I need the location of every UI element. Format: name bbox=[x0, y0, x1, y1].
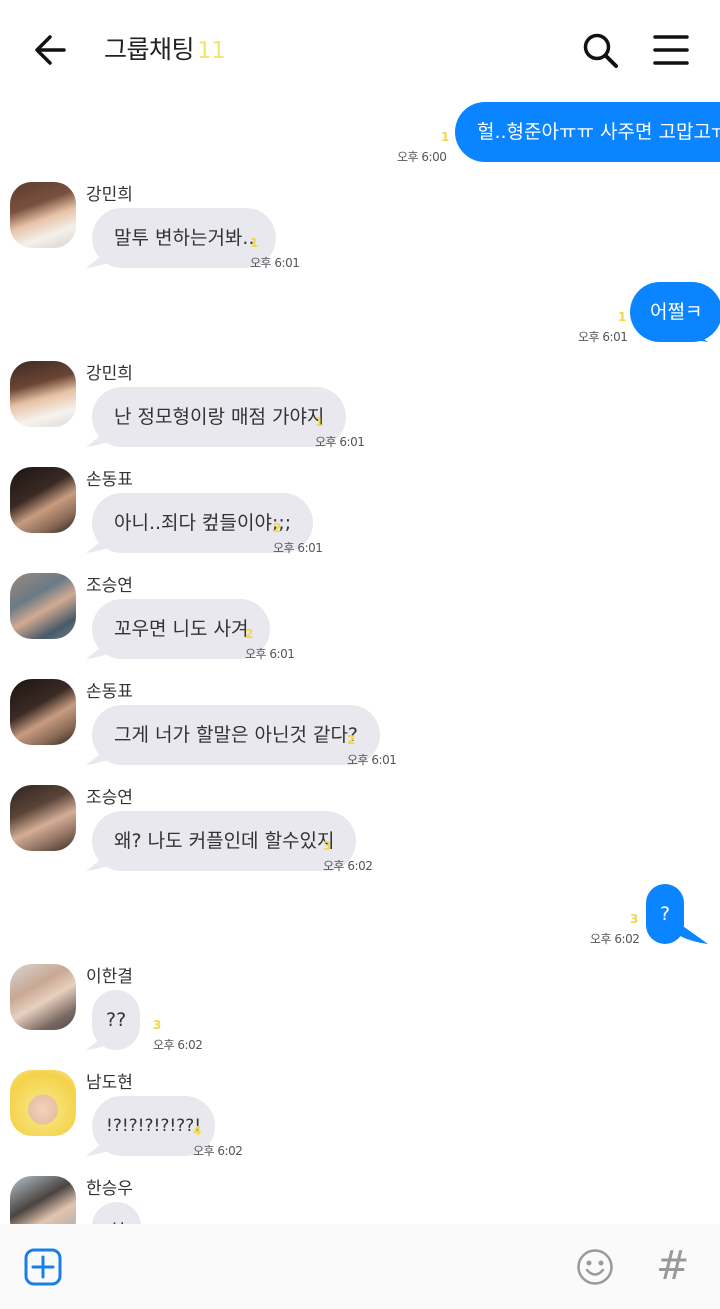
avatar-jo-seungyeon[interactable] bbox=[10, 785, 76, 851]
message-time: 오후 6:01 bbox=[250, 256, 300, 270]
hashtag-button[interactable]: # bbox=[656, 1244, 690, 1288]
avatar-jo-seungyeon[interactable] bbox=[10, 573, 76, 639]
sender-name: 손동표 bbox=[86, 470, 133, 490]
bubble-tail bbox=[680, 924, 708, 944]
message-time: 오후 6:01 bbox=[273, 541, 323, 555]
unread-count: 3 bbox=[630, 912, 639, 926]
unread-count: 1 bbox=[250, 236, 259, 250]
bubble-tail bbox=[86, 1134, 114, 1156]
unread-count: 2 bbox=[347, 733, 356, 747]
message-time: 오후 6:01 bbox=[347, 753, 397, 767]
bubble-tail bbox=[680, 142, 708, 162]
avatar-son-dongpyo[interactable] bbox=[10, 467, 76, 533]
avatar-kang-minhee[interactable] bbox=[10, 182, 76, 248]
unread-count: 1 bbox=[441, 130, 450, 144]
bubble-tail bbox=[86, 531, 114, 553]
sender-name: 조승연 bbox=[86, 788, 133, 808]
message-time: 오후 6:01 bbox=[315, 435, 365, 449]
bubble-tail bbox=[86, 743, 114, 765]
bubble-tail bbox=[86, 425, 114, 447]
chat-title: 그룹채팅 11 bbox=[104, 30, 226, 66]
sender-name: 조승연 bbox=[86, 576, 133, 596]
plus-box-icon[interactable] bbox=[24, 1248, 62, 1286]
chat-title-text: 그룹채팅 bbox=[104, 35, 195, 64]
bubble-tail bbox=[86, 1028, 114, 1050]
unread-count: 2 bbox=[273, 521, 282, 535]
menu-icon[interactable] bbox=[652, 32, 690, 68]
bubble-tail bbox=[680, 322, 708, 342]
avatar-han-seungwoo[interactable] bbox=[10, 1176, 76, 1224]
message-time: 오후 6:02 bbox=[590, 932, 640, 946]
sender-name: 강민희 bbox=[86, 185, 133, 205]
sender-name: 한승우 bbox=[86, 1179, 133, 1199]
bubble-tail bbox=[86, 637, 114, 659]
sender-name: 남도현 bbox=[86, 1073, 133, 1093]
message-time: 오후 6:02 bbox=[193, 1144, 243, 1158]
avatar-lee-hangyul[interactable] bbox=[10, 964, 76, 1030]
search-icon[interactable] bbox=[580, 30, 620, 70]
incoming-message-bubble[interactable]: 난 정모형이랑 매점 가야지 bbox=[92, 387, 347, 447]
message-time: 오후 6:01 bbox=[578, 330, 628, 344]
chat-header: 그룹채팅 11 bbox=[0, 0, 720, 100]
incoming-message-bubble[interactable]: 그게 너가 할말은 아닌것 같다? bbox=[92, 705, 381, 765]
message-list[interactable]: 헐..형준아ㅠㅠ 사주면 고맙고ㅠ 1 오후 6:00 강민희 말투 변하는거봐… bbox=[0, 96, 720, 1224]
unread-count: 1 bbox=[618, 310, 627, 324]
bubble-tail bbox=[86, 849, 114, 871]
unread-count: 1 bbox=[315, 415, 324, 429]
avatar-kang-minhee[interactable] bbox=[10, 361, 76, 427]
message-time: 오후 6:02 bbox=[323, 859, 373, 873]
message-time: 오후 6:02 bbox=[153, 1038, 203, 1052]
outgoing-message-bubble[interactable]: ? bbox=[646, 884, 685, 944]
bubble-tail bbox=[86, 246, 114, 268]
unread-count: 2 bbox=[245, 627, 254, 641]
back-arrow-icon[interactable] bbox=[30, 30, 70, 70]
message-time: 오후 6:01 bbox=[245, 647, 295, 661]
unread-count: 3 bbox=[153, 1018, 162, 1032]
message-time: 오후 6:00 bbox=[397, 150, 447, 164]
smiley-icon[interactable] bbox=[576, 1248, 614, 1286]
incoming-message-bubble[interactable]: 꼬우면 니도 사겨 bbox=[92, 599, 271, 659]
incoming-message-bubble[interactable]: 히 bbox=[92, 1202, 142, 1224]
unread-count: 3 bbox=[323, 839, 332, 853]
incoming-message-bubble[interactable]: 말투 변하는거봐.. bbox=[92, 208, 277, 268]
avatar-nam-dohyun[interactable] bbox=[10, 1070, 76, 1136]
sender-name: 손동표 bbox=[86, 682, 133, 702]
sender-name: 강민희 bbox=[86, 364, 133, 384]
member-count: 11 bbox=[197, 38, 226, 64]
unread-count: 4 bbox=[193, 1124, 202, 1138]
incoming-message-bubble[interactable]: 왜? 나도 커플인데 할수있지 bbox=[92, 811, 357, 871]
sender-name: 이한결 bbox=[86, 967, 133, 987]
avatar-son-dongpyo[interactable] bbox=[10, 679, 76, 745]
